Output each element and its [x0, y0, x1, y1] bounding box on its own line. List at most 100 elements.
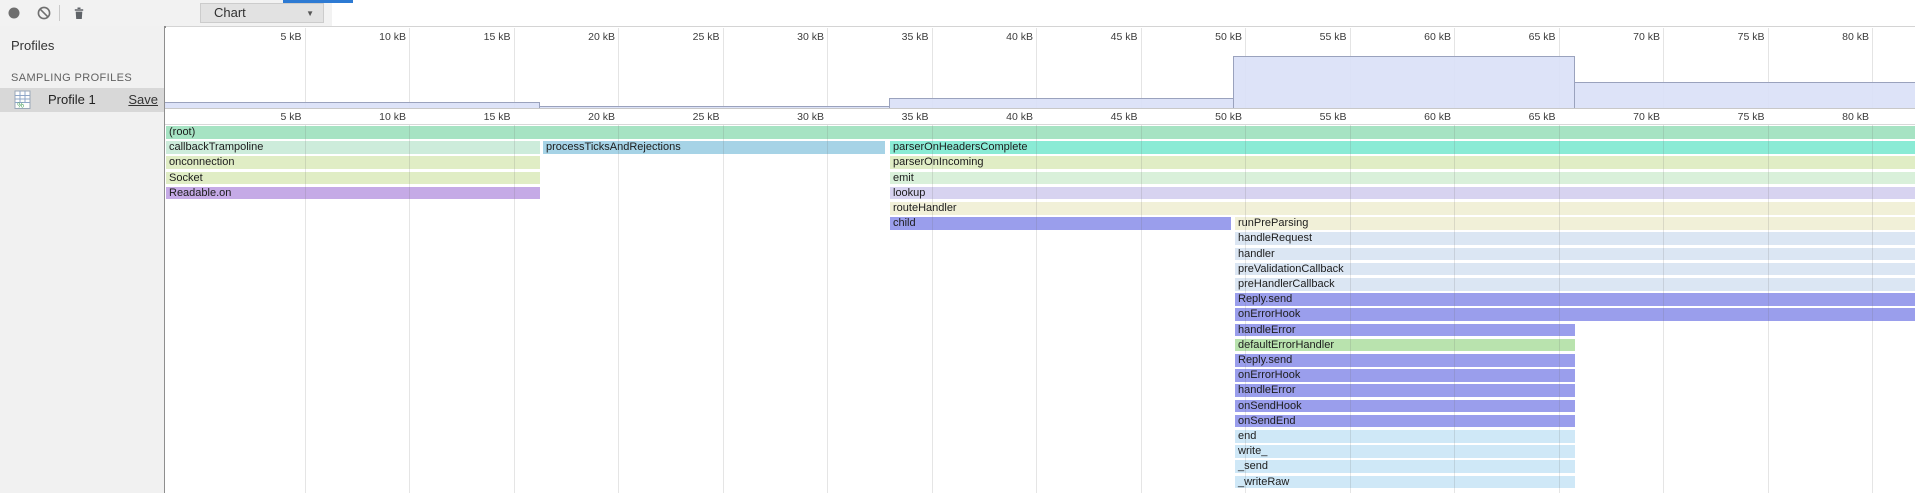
- flame-bar-Reply.send[interactable]: Reply.send: [1235, 354, 1575, 367]
- memory-sampling-profiler-panel: Chart ▼ Profiles SAMPLING PROFILES % Pro…: [0, 0, 1915, 493]
- gridline: [409, 125, 410, 493]
- gridline: [618, 125, 619, 493]
- ruler-tick-label: 10 kB: [346, 111, 406, 123]
- gridline: [618, 28, 619, 108]
- flame-bar-Socket[interactable]: Socket: [166, 172, 540, 185]
- ruler-tick-label: 30 kB: [764, 111, 824, 123]
- flame-bar-Readable.on[interactable]: Readable.on: [166, 187, 540, 200]
- ruler-tick-label: 25 kB: [660, 31, 720, 43]
- ruler-tick-label: 75 kB: [1705, 111, 1765, 123]
- flame-bar-end[interactable]: end: [1235, 430, 1575, 443]
- ruler-tick-label: 25 kB: [660, 111, 720, 123]
- ruler-tick-label: 45 kB: [1078, 31, 1138, 43]
- ruler-tick-label: 5 kB: [242, 31, 302, 43]
- flame-bar-onSendHook[interactable]: onSendHook: [1235, 400, 1575, 413]
- ruler-tick-label: 60 kB: [1391, 31, 1451, 43]
- ruler-tick-label: 70 kB: [1600, 31, 1660, 43]
- ruler-tick-label: 50 kB: [1182, 111, 1242, 123]
- flame-bar-onErrorHook[interactable]: onErrorHook: [1235, 369, 1575, 382]
- ruler-tick-label: 30 kB: [764, 31, 824, 43]
- flame-bar-_send[interactable]: _send: [1235, 460, 1575, 473]
- gridline: [1141, 125, 1142, 493]
- overview-area-segment[interactable]: [1575, 82, 1915, 108]
- gridline: [305, 28, 306, 108]
- sidebar-title: Profiles: [11, 38, 54, 53]
- gridline: [305, 125, 306, 493]
- gridline: [1245, 125, 1246, 493]
- flame-chart: (root) callbackTrampolineprocessTicksAndR…: [165, 125, 1915, 493]
- flame-bar-onErrorHook[interactable]: onErrorHook: [1235, 308, 1915, 321]
- delete-profile-button[interactable]: [71, 5, 87, 21]
- gridline: [409, 28, 410, 108]
- flame-bar-handleRequest[interactable]: handleRequest: [1235, 232, 1915, 245]
- flame-bar-defaultErrorHandler[interactable]: defaultErrorHandler: [1235, 339, 1575, 352]
- ruler-tick-label: 40 kB: [973, 31, 1033, 43]
- profile-name: Profile 1: [48, 92, 96, 107]
- gridline: [1036, 125, 1037, 493]
- gridline: [827, 28, 828, 108]
- flame-bar-emit[interactable]: emit: [890, 172, 1915, 185]
- overview-area-segment[interactable]: [1233, 56, 1575, 108]
- gridline: [1872, 125, 1873, 493]
- flame-bar-lookup[interactable]: lookup: [890, 187, 1915, 200]
- gridline: [827, 125, 828, 493]
- flame-bar-write_[interactable]: write_: [1235, 445, 1575, 458]
- gridline: [1663, 125, 1664, 493]
- flame-bar-handleError[interactable]: handleError: [1235, 384, 1575, 397]
- flame-bar-runPreParsing[interactable]: runPreParsing: [1235, 217, 1915, 230]
- overview-pane[interactable]: 5 kB 10 kB 15 kB 20 kB 25 kB 30 kB 35 kB 40 kB 4…: [165, 28, 1915, 108]
- flame-bar-handleError[interactable]: handleError: [1235, 324, 1575, 337]
- flame-bar-Reply.send[interactable]: Reply.send: [1235, 293, 1915, 306]
- chart-view-select[interactable]: Chart ▼: [200, 3, 324, 23]
- save-profile-link[interactable]: Save: [128, 92, 158, 107]
- chart-view-select-value: Chart: [214, 5, 246, 20]
- clear-profiles-button[interactable]: [36, 5, 52, 21]
- ruler-tick-label: 20 kB: [555, 111, 615, 123]
- ruler-tick-label: 20 kB: [555, 31, 615, 43]
- flame-bar-routeHandler[interactable]: routeHandler: [890, 202, 1915, 215]
- flame-bar-parserOnHeadersComplete[interactable]: parserOnHeadersComplete: [890, 141, 1915, 154]
- ruler-tick-label: 15 kB: [451, 31, 511, 43]
- flame-bar-_writeRaw[interactable]: _writeRaw: [1235, 476, 1575, 489]
- overview-area-segment[interactable]: [889, 98, 1233, 108]
- flame-bar-handler[interactable]: handler: [1235, 248, 1915, 261]
- ruler-tick-label: 65 kB: [1496, 31, 1556, 43]
- ruler-tick-label: 80 kB: [1809, 111, 1869, 123]
- gridline: [1036, 28, 1037, 108]
- flame-bar-child[interactable]: child: [890, 217, 1231, 230]
- ruler-tick-label: 10 kB: [346, 31, 406, 43]
- ruler-tick-label: 55 kB: [1287, 31, 1347, 43]
- gridline: [932, 28, 933, 108]
- sampling-profiles-heading: SAMPLING PROFILES: [11, 72, 132, 84]
- profiles-sidebar: Profiles SAMPLING PROFILES % Profile 1 S…: [0, 26, 164, 493]
- flame-bar-preHandlerCallback[interactable]: preHandlerCallback: [1235, 278, 1915, 291]
- record-button[interactable]: [6, 5, 22, 21]
- ruler-tick-label: 15 kB: [451, 111, 511, 123]
- gridline: [723, 28, 724, 108]
- ruler-tick-label: 75 kB: [1705, 31, 1765, 43]
- flame-bar-parserOnIncoming[interactable]: parserOnIncoming: [890, 156, 1915, 169]
- toolbar: Chart ▼: [0, 0, 1915, 27]
- trash-icon: [71, 5, 87, 21]
- gridline: [1768, 125, 1769, 493]
- profile-row-selected[interactable]: % Profile 1 Save: [0, 88, 164, 112]
- ruler-tick-label: 70 kB: [1600, 111, 1660, 123]
- ruler-tick-label: 5 kB: [242, 111, 302, 123]
- gridline: [1141, 28, 1142, 108]
- flame-bar-processTicksAndRejections[interactable]: processTicksAndRejections: [543, 141, 885, 154]
- gridline: [1454, 125, 1455, 493]
- ruler-tick-label: 35 kB: [869, 31, 929, 43]
- flame-bar-onconnection[interactable]: onconnection: [166, 156, 540, 169]
- flame-bar-preValidationCallback[interactable]: preValidationCallback: [1235, 263, 1915, 276]
- flame-bar-onSendEnd[interactable]: onSendEnd: [1235, 415, 1575, 428]
- ruler-tick-label: 55 kB: [1287, 111, 1347, 123]
- ruler-tick-label: 50 kB: [1182, 31, 1242, 43]
- circle-slash-icon: [36, 5, 52, 21]
- flame-bar-callbackTrampoline[interactable]: callbackTrampoline: [166, 141, 540, 154]
- overview-area-segment[interactable]: [165, 102, 540, 108]
- ruler-tick-label: 60 kB: [1391, 111, 1451, 123]
- gridline: [1350, 125, 1351, 493]
- overview-area-segment[interactable]: [540, 106, 889, 109]
- tab-accent-strip: [283, 0, 353, 3]
- flame-bar-root[interactable]: (root): [166, 126, 1915, 139]
